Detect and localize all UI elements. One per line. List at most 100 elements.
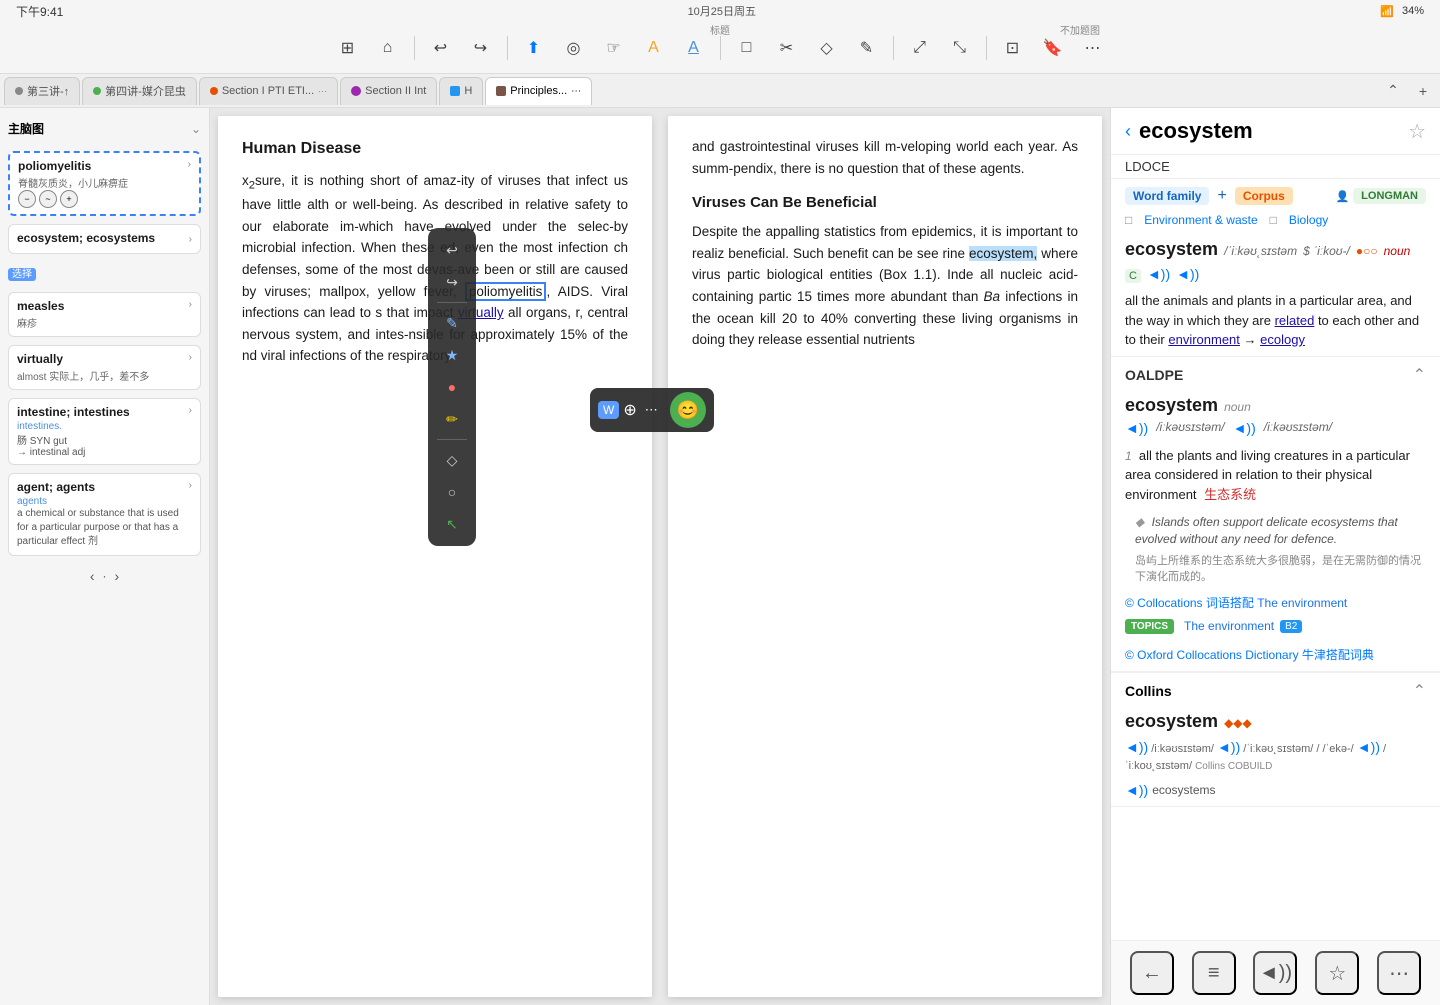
vocab-card-ecosystem[interactable]: ecosystem; ecosystems ›: [8, 224, 201, 254]
vocab-next-btn[interactable]: ›: [115, 568, 120, 584]
tab-4[interactable]: Section II Int: [340, 77, 437, 105]
vocab-separator: ·: [103, 569, 107, 583]
vocab-sub-intestine-def: 肠 SYN gut: [17, 432, 130, 447]
vocab-more-intestine[interactable]: ›: [189, 405, 192, 416]
environment-link[interactable]: environment: [1168, 332, 1240, 347]
oaldpe-section: OALDPE ⌃ ecosystem noun ◄)) /iːkəʊsɪstəm…: [1111, 357, 1440, 672]
vocab-card-measles[interactable]: measles 麻疹 ›: [8, 292, 201, 337]
float-pen1-btn[interactable]: ✎: [434, 309, 470, 337]
select-badge[interactable]: 选择: [8, 268, 36, 281]
undo-btn[interactable]: ↩: [423, 30, 459, 66]
underline-btn[interactable]: A: [676, 30, 712, 66]
zoom-in-btn[interactable]: ⤢: [902, 30, 938, 66]
float-star-btn[interactable]: ★: [434, 341, 470, 369]
float-cursor-btn[interactable]: ↖: [434, 510, 470, 538]
hand-btn[interactable]: ☞: [596, 30, 632, 66]
example-bullet: ◆: [1135, 515, 1144, 529]
tab-add[interactable]: +: [1410, 78, 1436, 104]
dict-star-btn[interactable]: ☆: [1408, 119, 1426, 144]
text-selection-popup[interactable]: W ⊕ ⋯ 😊: [590, 388, 714, 432]
dict-speaker-btn[interactable]: ◄)): [1253, 951, 1297, 995]
tab-6-more[interactable]: ⋯: [571, 86, 581, 97]
collins-slash: /: [1316, 743, 1319, 755]
vocab-more-ecosystem[interactable]: ›: [189, 234, 192, 245]
float-redo-btn[interactable]: ↪: [434, 268, 470, 296]
dict-star-bottom-btn[interactable]: ☆: [1315, 951, 1359, 995]
tab-6[interactable]: Principles... ⋯: [485, 77, 592, 105]
vocab-btn-plus[interactable]: +: [60, 190, 78, 208]
vocab-more-agent[interactable]: ›: [189, 480, 192, 491]
dict-list-btn[interactable]: ≡: [1192, 951, 1236, 995]
vocab-btn-tilde[interactable]: ~: [39, 190, 57, 208]
word-family-plus[interactable]: +: [1217, 187, 1226, 205]
vocab-panel: 主脑图 ⌄ poliomyelitis 脊髓灰质炎，小儿麻痹症 › − ~ + …: [0, 108, 210, 1005]
scan-btn[interactable]: ⊡: [995, 30, 1031, 66]
comment-btn[interactable]: ◇: [809, 30, 845, 66]
vocab-title-ecosystem: ecosystem; ecosystems: [17, 231, 155, 245]
oaldpe-b2-badge: B2: [1280, 620, 1302, 633]
sidebar-toggle-btn[interactable]: ⊞: [330, 30, 366, 66]
oaldpe-topic-item[interactable]: The environment: [1184, 619, 1274, 633]
dict-back-btn[interactable]: ‹: [1125, 121, 1131, 142]
vocab-panel-chevron[interactable]: ⌄: [191, 122, 201, 136]
collins-speaker-3[interactable]: ◄)): [1357, 739, 1380, 755]
cat-biology-link[interactable]: Biology: [1289, 213, 1328, 227]
vocab-card-virtually[interactable]: virtually almost 实际上，几乎，差不多 ›: [8, 345, 201, 390]
share-btn[interactable]: ⬆: [516, 30, 552, 66]
vocab-more-measles[interactable]: ›: [189, 299, 192, 310]
vocab-card-agent[interactable]: agent; agents agents a chemical or subst…: [8, 473, 201, 556]
oaldpe-speaker-1[interactable]: ◄)): [1125, 420, 1148, 436]
tab-5-label: H: [464, 85, 472, 97]
float-eraser-btn[interactable]: ◇: [434, 446, 470, 474]
redo-btn[interactable]: ↪: [463, 30, 499, 66]
tabs-row: 第三讲-↑ 第四讲-媒介昆虫 Section I PTI ETI... ⋯ Se…: [0, 74, 1440, 108]
annotate-btn[interactable]: ◎: [556, 30, 592, 66]
vocab-btn-minus[interactable]: −: [18, 190, 36, 208]
tab-3[interactable]: Section I PTI ETI... ⋯: [199, 77, 338, 105]
vocab-nav: ‹ · ›: [8, 564, 201, 588]
corpus-tag[interactable]: Corpus: [1235, 187, 1293, 205]
tab-scroll-up[interactable]: ⌃: [1380, 78, 1406, 104]
collins-entry-row: ecosystem ◆◆◆: [1111, 709, 1440, 734]
zoom-out-btn[interactable]: ⤡: [942, 30, 978, 66]
frame-btn[interactable]: □: [729, 30, 765, 66]
clip-btn[interactable]: ✂: [769, 30, 805, 66]
ecology-link[interactable]: ecology: [1260, 332, 1305, 347]
oaldpe-collocations-link[interactable]: © Collocations 词语搭配 The environment: [1111, 590, 1440, 615]
tab-1[interactable]: 第三讲-↑: [4, 77, 80, 105]
oaldpe-speaker-2[interactable]: ◄)): [1233, 420, 1256, 436]
cat-environment-link[interactable]: Environment & waste: [1144, 213, 1257, 227]
float-circle-btn[interactable]: ○: [434, 478, 470, 506]
vocab-more-virtually[interactable]: ›: [189, 352, 192, 363]
oaldpe-oxford-link[interactable]: © Oxford Collocations Dictionary 牛津搭配词典: [1111, 642, 1440, 671]
tab-5[interactable]: H: [439, 77, 483, 105]
vocab-card-poliomyelitis[interactable]: poliomyelitis 脊髓灰质炎，小儿麻痹症 › − ~ +: [8, 151, 201, 216]
word-family-tag[interactable]: Word family: [1125, 187, 1209, 205]
category-env-icon: □: [1125, 213, 1132, 227]
tab-2[interactable]: 第四讲-媒介昆虫: [82, 77, 197, 105]
float-pen2-btn[interactable]: ✏: [434, 405, 470, 433]
collins-speaker-1[interactable]: ◄)): [1125, 739, 1148, 755]
toolbar-label2: 不加题图: [1060, 22, 1100, 37]
popup-word-item[interactable]: W ⊕: [598, 400, 637, 420]
collins-header[interactable]: Collins ⌃: [1111, 672, 1440, 709]
float-undo-btn[interactable]: ↩: [434, 236, 470, 264]
popup-more-item[interactable]: ⋯: [645, 402, 658, 418]
collins-plural-speaker[interactable]: ◄)): [1125, 782, 1148, 798]
vocab-actions-poliomyelitis: − ~ +: [18, 190, 191, 208]
draw-btn[interactable]: ✎: [849, 30, 885, 66]
related-link[interactable]: related: [1275, 313, 1315, 328]
dict-more-btn[interactable]: ⋯: [1377, 951, 1421, 995]
oaldpe-header[interactable]: OALDPE ⌃: [1111, 357, 1440, 393]
speaker-1-icon[interactable]: ◄)): [1147, 266, 1170, 282]
home-btn[interactable]: ⌂: [370, 30, 406, 66]
collins-section: Collins ⌃ ecosystem ◆◆◆ ◄)) /iːkəʊsɪstəm…: [1111, 672, 1440, 807]
collins-speaker-2[interactable]: ◄)): [1217, 739, 1240, 755]
vocab-prev-btn[interactable]: ‹: [90, 568, 95, 584]
speaker-2-icon[interactable]: ◄)): [1176, 266, 1199, 282]
float-dot-btn[interactable]: ●: [434, 373, 470, 401]
vocab-more-poliomyelitis[interactable]: ›: [188, 159, 191, 170]
highlight-btn[interactable]: A: [636, 30, 672, 66]
dict-back-bottom-btn[interactable]: ←: [1130, 951, 1174, 995]
vocab-card-intestine[interactable]: intestine; intestines intestines. 肠 SYN …: [8, 398, 201, 465]
